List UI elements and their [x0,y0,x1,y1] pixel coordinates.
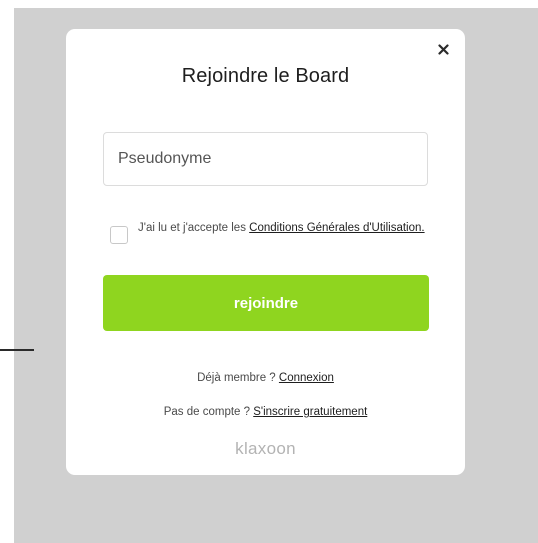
terms-checkbox[interactable] [110,226,128,244]
background-divider [0,349,34,351]
signup-row: Pas de compte ? S'inscrire gratuitement [66,406,465,418]
page: Rejoindre le Board J'ai lu et j'accepte … [0,0,538,543]
terms-link[interactable]: Conditions Générales d'Utilisation. [249,222,424,234]
signup-link[interactable]: S'inscrire gratuitement [253,406,367,418]
pseudonym-input[interactable] [103,132,428,186]
login-row: Déjà membre ? Connexion [66,372,465,384]
klaxoon-logo: klaxoon [235,439,296,458]
login-prompt: Déjà membre ? [197,372,276,384]
join-button[interactable]: rejoindre [103,275,429,331]
close-icon [437,43,449,55]
terms-text: J'ai lu et j'accepte les [138,222,250,234]
terms-label: J'ai lu et j'accepte les Conditions Géné… [138,222,438,236]
close-button[interactable] [435,41,451,57]
terms-consent: J'ai lu et j'accepte les Conditions Géné… [110,222,430,258]
signup-prompt: Pas de compte ? [163,406,251,418]
modal-title: Rejoindre le Board [181,65,350,87]
login-link[interactable]: Connexion [279,372,334,384]
join-board-modal: Rejoindre le Board J'ai lu et j'accepte … [66,29,465,475]
